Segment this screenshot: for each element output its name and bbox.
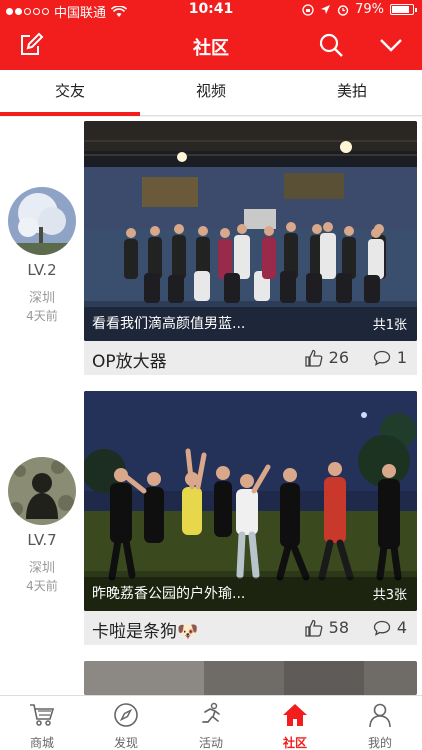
post-photo[interactable]: 看看我们滴高颜值男蓝... 共1张 <box>84 121 417 341</box>
nav-label: 社区 <box>282 736 307 750</box>
like-count: 58 <box>328 618 349 637</box>
post-feed[interactable]: LV.2 深圳 4天前 看看我们滴高颜值男蓝... 共1张 OP放大器 26 1… <box>0 117 422 695</box>
post-time: 4天前 <box>26 309 58 323</box>
nav-item-community[interactable]: 社区 <box>253 696 337 750</box>
bottom-nav: 商城 发现 活动 社区 我的 <box>0 695 422 750</box>
post-card: LV.2 深圳 4天前 看看我们滴高颜值男蓝... 共1张 OP放大器 26 1 <box>0 121 422 383</box>
comment-count: 1 <box>396 348 407 367</box>
comment-icon <box>373 350 390 366</box>
battery-icon <box>390 4 417 15</box>
post-author[interactable]: LV.7 深圳 4天前 <box>0 457 84 594</box>
post-photo[interactable] <box>84 661 417 695</box>
search-icon[interactable] <box>318 32 344 58</box>
avatar[interactable] <box>8 187 76 255</box>
tab-bar: 交友 视频 美拍 <box>0 70 422 116</box>
nav-item-discover[interactable]: 发现 <box>84 696 168 750</box>
photo-caption: 昨晚荔香公园的户外瑜... <box>92 586 246 602</box>
nav-label: 商城 <box>29 736 54 750</box>
home-icon <box>283 704 307 726</box>
nav-item-events[interactable]: 活动 <box>169 696 253 750</box>
page-title: 社区 <box>193 38 229 59</box>
avatar[interactable] <box>8 457 76 525</box>
nav-label: 我的 <box>367 736 392 750</box>
nav-bar: 社区 <box>0 20 422 70</box>
tab-videos[interactable]: 视频 <box>141 70 281 116</box>
nav-label: 发现 <box>113 736 138 750</box>
user-level: LV.2 <box>27 261 57 279</box>
post-title[interactable]: OP放大器 <box>92 347 167 372</box>
chevron-down-icon[interactable] <box>378 32 404 58</box>
post-footer: 卡啦是条狗🐶 58 4 <box>84 611 417 645</box>
user-icon <box>369 703 391 728</box>
like-button[interactable]: 58 <box>304 618 349 637</box>
photo-count: 共1张 <box>372 318 407 333</box>
location-icon <box>321 5 331 14</box>
post-title[interactable]: 卡啦是条狗🐶 <box>92 617 198 642</box>
user-city: 深圳 <box>28 291 55 306</box>
post-card: LV.7 深圳 4天前 昨晚荔香公园的户外瑜... 共3张 卡啦是条狗🐶 58 … <box>0 391 422 653</box>
lock-rotation-icon <box>302 3 314 16</box>
comment-count: 4 <box>396 618 407 637</box>
photo-count: 共3张 <box>372 588 407 603</box>
nav-item-mall[interactable]: 商城 <box>0 696 84 750</box>
comment-button[interactable]: 4 <box>373 618 407 637</box>
post-footer: OP放大器 26 1 <box>84 341 417 375</box>
user-level: LV.7 <box>27 531 57 549</box>
comment-button[interactable]: 1 <box>373 348 407 367</box>
user-city: 深圳 <box>28 561 55 576</box>
photo-caption: 看看我们滴高颜值男蓝... <box>92 316 246 332</box>
post-photo[interactable]: 昨晚荔香公园的户外瑜... 共3张 <box>84 391 417 611</box>
comment-icon <box>373 620 390 636</box>
thumbs-up-icon <box>304 349 323 367</box>
tab-friends[interactable]: 交友 <box>0 70 140 116</box>
nav-label: 活动 <box>198 736 223 750</box>
post-time: 4天前 <box>26 579 58 593</box>
battery-label: 79% <box>355 2 384 17</box>
alarm-icon <box>337 4 349 16</box>
thumbs-up-icon <box>304 619 323 637</box>
status-bar: 中国联通 10:41 79% <box>0 0 422 21</box>
compass-icon <box>114 703 138 727</box>
post-card <box>0 661 422 695</box>
top-bar: 中国联通 10:41 79% 社区 <box>0 0 422 70</box>
like-count: 26 <box>328 348 349 367</box>
like-button[interactable]: 26 <box>304 348 349 367</box>
cart-icon <box>30 704 55 726</box>
tab-photos[interactable]: 美拍 <box>282 70 422 116</box>
nav-item-profile[interactable]: 我的 <box>338 696 422 750</box>
runner-icon <box>202 702 220 723</box>
post-author[interactable]: LV.2 深圳 4天前 <box>0 187 84 324</box>
